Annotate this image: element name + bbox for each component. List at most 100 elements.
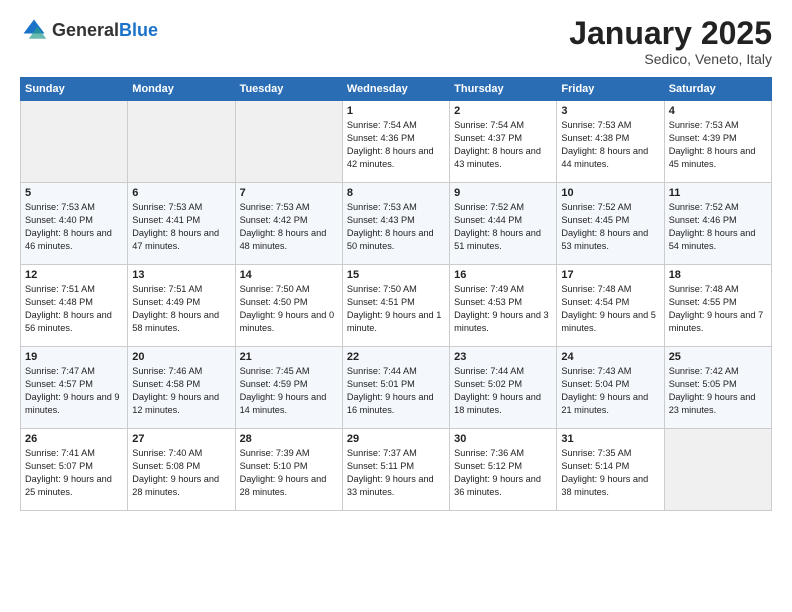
logo-blue: Blue — [119, 20, 158, 40]
day-info: Sunset: 4:37 PM — [454, 132, 552, 145]
day-info: Sunrise: 7:53 AM — [25, 201, 123, 214]
calendar-cell: 5Sunrise: 7:53 AMSunset: 4:40 PMDaylight… — [21, 183, 128, 265]
day-number: 17 — [561, 269, 659, 281]
day-info: Sunrise: 7:37 AM — [347, 447, 445, 460]
day-info: Sunrise: 7:53 AM — [561, 119, 659, 132]
location-subtitle: Sedico, Veneto, Italy — [569, 51, 772, 67]
day-info: Sunset: 5:02 PM — [454, 378, 552, 391]
day-info: Sunrise: 7:52 AM — [454, 201, 552, 214]
day-info: Sunrise: 7:36 AM — [454, 447, 552, 460]
calendar-cell: 7Sunrise: 7:53 AMSunset: 4:42 PMDaylight… — [235, 183, 342, 265]
day-info: Sunset: 5:14 PM — [561, 460, 659, 473]
page: GeneralBlue January 2025 Sedico, Veneto,… — [0, 0, 792, 521]
day-info: Daylight: 8 hours and 44 minutes. — [561, 145, 659, 171]
day-info: Sunrise: 7:41 AM — [25, 447, 123, 460]
logo-general: General — [52, 20, 119, 40]
day-info: Sunrise: 7:54 AM — [454, 119, 552, 132]
day-info: Sunset: 4:45 PM — [561, 214, 659, 227]
logo-icon — [20, 16, 48, 44]
day-info: Sunset: 5:08 PM — [132, 460, 230, 473]
day-number: 28 — [240, 433, 338, 445]
day-info: Sunset: 4:41 PM — [132, 214, 230, 227]
day-info: Sunset: 4:55 PM — [669, 296, 767, 309]
calendar-cell: 31Sunrise: 7:35 AMSunset: 5:14 PMDayligh… — [557, 429, 664, 511]
weekday-header-thursday: Thursday — [450, 78, 557, 101]
day-info: Sunset: 5:12 PM — [454, 460, 552, 473]
day-info: Sunset: 4:49 PM — [132, 296, 230, 309]
day-info: Daylight: 8 hours and 46 minutes. — [25, 227, 123, 253]
day-info: Sunset: 4:38 PM — [561, 132, 659, 145]
weekday-header-monday: Monday — [128, 78, 235, 101]
day-info: Daylight: 9 hours and 21 minutes. — [561, 391, 659, 417]
day-info: Daylight: 8 hours and 58 minutes. — [132, 309, 230, 335]
day-number: 4 — [669, 105, 767, 117]
day-info: Sunset: 5:05 PM — [669, 378, 767, 391]
day-info: Sunset: 4:44 PM — [454, 214, 552, 227]
day-number: 18 — [669, 269, 767, 281]
day-info: Sunset: 4:39 PM — [669, 132, 767, 145]
day-number: 6 — [132, 187, 230, 199]
day-info: Daylight: 8 hours and 48 minutes. — [240, 227, 338, 253]
calendar-week-5: 26Sunrise: 7:41 AMSunset: 5:07 PMDayligh… — [21, 429, 772, 511]
day-info: Sunset: 4:48 PM — [25, 296, 123, 309]
day-info: Sunrise: 7:50 AM — [347, 283, 445, 296]
calendar-week-3: 12Sunrise: 7:51 AMSunset: 4:48 PMDayligh… — [21, 265, 772, 347]
day-info: Sunrise: 7:48 AM — [669, 283, 767, 296]
day-info: Sunrise: 7:43 AM — [561, 365, 659, 378]
day-info: Daylight: 8 hours and 50 minutes. — [347, 227, 445, 253]
calendar-cell: 2Sunrise: 7:54 AMSunset: 4:37 PMDaylight… — [450, 101, 557, 183]
day-info: Sunrise: 7:54 AM — [347, 119, 445, 132]
day-info: Sunset: 4:53 PM — [454, 296, 552, 309]
logo: GeneralBlue — [20, 16, 158, 44]
day-number: 7 — [240, 187, 338, 199]
day-info: Daylight: 8 hours and 43 minutes. — [454, 145, 552, 171]
day-info: Sunset: 4:59 PM — [240, 378, 338, 391]
day-info: Sunset: 5:10 PM — [240, 460, 338, 473]
calendar-cell: 14Sunrise: 7:50 AMSunset: 4:50 PMDayligh… — [235, 265, 342, 347]
calendar-cell: 22Sunrise: 7:44 AMSunset: 5:01 PMDayligh… — [342, 347, 449, 429]
title-block: January 2025 Sedico, Veneto, Italy — [569, 16, 772, 67]
day-info: Daylight: 9 hours and 25 minutes. — [25, 473, 123, 499]
calendar-cell: 6Sunrise: 7:53 AMSunset: 4:41 PMDaylight… — [128, 183, 235, 265]
day-info: Sunrise: 7:35 AM — [561, 447, 659, 460]
day-number: 9 — [454, 187, 552, 199]
day-info: Sunset: 4:58 PM — [132, 378, 230, 391]
day-number: 12 — [25, 269, 123, 281]
calendar-cell: 23Sunrise: 7:44 AMSunset: 5:02 PMDayligh… — [450, 347, 557, 429]
calendar-cell: 26Sunrise: 7:41 AMSunset: 5:07 PMDayligh… — [21, 429, 128, 511]
day-info: Sunset: 4:51 PM — [347, 296, 445, 309]
calendar-cell: 27Sunrise: 7:40 AMSunset: 5:08 PMDayligh… — [128, 429, 235, 511]
calendar-cell: 16Sunrise: 7:49 AMSunset: 4:53 PMDayligh… — [450, 265, 557, 347]
day-number: 14 — [240, 269, 338, 281]
day-info: Daylight: 9 hours and 9 minutes. — [25, 391, 123, 417]
day-info: Daylight: 9 hours and 0 minutes. — [240, 309, 338, 335]
day-info: Sunrise: 7:42 AM — [669, 365, 767, 378]
day-number: 26 — [25, 433, 123, 445]
day-number: 19 — [25, 351, 123, 363]
calendar-cell: 11Sunrise: 7:52 AMSunset: 4:46 PMDayligh… — [664, 183, 771, 265]
day-info: Daylight: 9 hours and 12 minutes. — [132, 391, 230, 417]
header: GeneralBlue January 2025 Sedico, Veneto,… — [20, 16, 772, 67]
calendar-cell — [128, 101, 235, 183]
day-info: Sunset: 5:01 PM — [347, 378, 445, 391]
calendar-cell — [235, 101, 342, 183]
day-info: Sunrise: 7:50 AM — [240, 283, 338, 296]
calendar-cell: 25Sunrise: 7:42 AMSunset: 5:05 PMDayligh… — [664, 347, 771, 429]
day-number: 20 — [132, 351, 230, 363]
day-info: Sunset: 4:57 PM — [25, 378, 123, 391]
day-info: Daylight: 8 hours and 56 minutes. — [25, 309, 123, 335]
day-info: Daylight: 9 hours and 33 minutes. — [347, 473, 445, 499]
weekday-header-sunday: Sunday — [21, 78, 128, 101]
calendar-cell — [21, 101, 128, 183]
day-info: Sunrise: 7:39 AM — [240, 447, 338, 460]
weekday-header-tuesday: Tuesday — [235, 78, 342, 101]
day-number: 31 — [561, 433, 659, 445]
day-number: 15 — [347, 269, 445, 281]
calendar-cell: 10Sunrise: 7:52 AMSunset: 4:45 PMDayligh… — [557, 183, 664, 265]
day-number: 13 — [132, 269, 230, 281]
day-info: Daylight: 9 hours and 36 minutes. — [454, 473, 552, 499]
day-info: Sunset: 4:42 PM — [240, 214, 338, 227]
day-info: Sunset: 5:11 PM — [347, 460, 445, 473]
calendar-cell: 28Sunrise: 7:39 AMSunset: 5:10 PMDayligh… — [235, 429, 342, 511]
day-info: Daylight: 8 hours and 47 minutes. — [132, 227, 230, 253]
